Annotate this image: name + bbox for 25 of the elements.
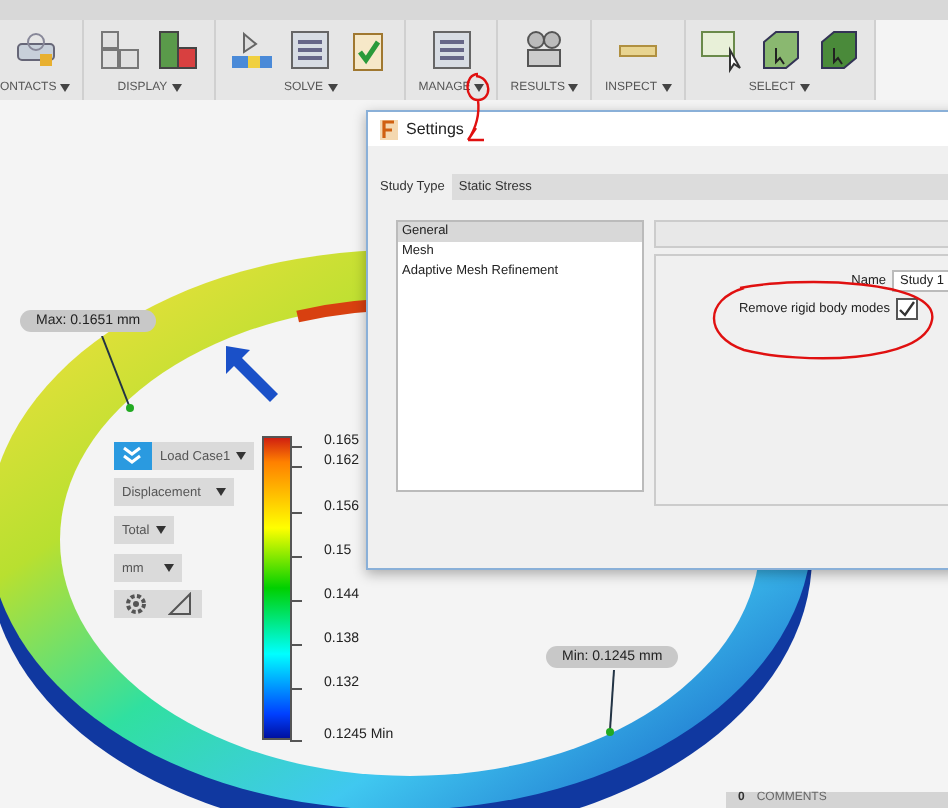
caret-icon[interactable] <box>164 564 174 572</box>
app-logo-icon <box>380 119 398 139</box>
remove-rigid-checkbox[interactable] <box>896 298 918 320</box>
blocks-icon[interactable] <box>154 26 203 74</box>
selection-box-icon[interactable] <box>697 26 745 74</box>
dialog-title: Settings <box>406 120 464 138</box>
list-window-icon[interactable] <box>286 26 335 74</box>
load-arrow-icon <box>220 340 284 404</box>
double-chevron-icon[interactable] <box>114 442 152 470</box>
list-window-icon[interactable] <box>427 26 476 74</box>
leader-line <box>98 336 138 416</box>
triangle-icon[interactable] <box>168 592 192 616</box>
caret-icon[interactable] <box>60 84 71 92</box>
caret-icon[interactable] <box>216 488 226 496</box>
caret-icon[interactable] <box>236 452 247 460</box>
caret-icon[interactable] <box>799 84 810 92</box>
blocks-icon[interactable] <box>96 26 145 74</box>
mesh-icon[interactable] <box>228 26 277 74</box>
caret-icon[interactable] <box>327 84 338 92</box>
caret-icon[interactable] <box>661 84 671 92</box>
caret-icon[interactable] <box>568 84 579 92</box>
caret-icon[interactable] <box>171 84 182 92</box>
caret-icon[interactable] <box>155 526 166 534</box>
caret-icon[interactable] <box>474 84 485 92</box>
settings-icon[interactable] <box>124 592 148 616</box>
